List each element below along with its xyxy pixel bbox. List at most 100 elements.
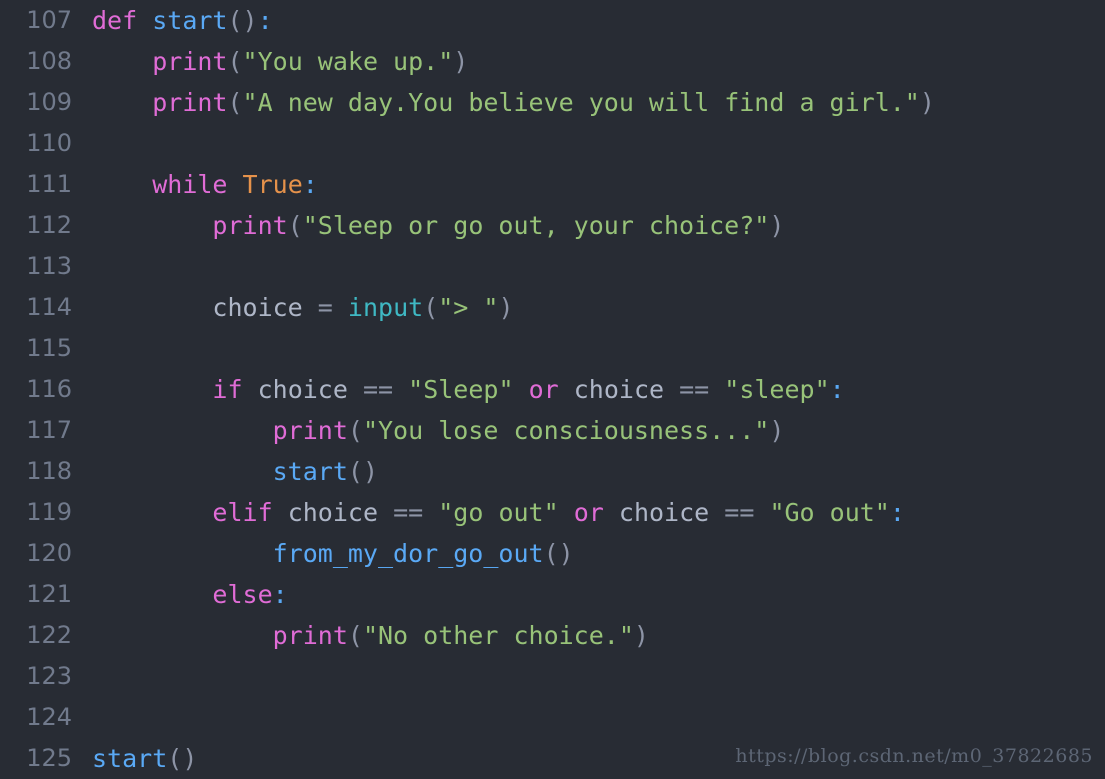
line-number: 107: [26, 6, 72, 34]
code-line[interactable]: 113: [0, 246, 1105, 287]
token-function: from_my_dor_go_out: [272, 539, 544, 568]
token-punct: ): [919, 88, 935, 117]
code-line[interactable]: 111 while True:: [0, 164, 1105, 205]
line-number: 118: [26, 457, 72, 485]
token-punct: (): [227, 6, 258, 35]
token-string: "You lose consciousness...": [362, 416, 770, 445]
token-keyword: while: [152, 170, 228, 199]
line-number: 119: [26, 498, 72, 526]
code-line[interactable]: 119 elif choice == "go out" or choice ==…: [0, 492, 1105, 533]
token-boolean: True: [242, 170, 303, 199]
token-operator: ==: [724, 498, 755, 527]
code-line[interactable]: 109 print("A new day.You believe you wil…: [0, 82, 1105, 123]
token-keyword: print: [272, 621, 348, 650]
line-code-text[interactable]: else:: [92, 574, 288, 615]
token-string: "Sleep": [408, 375, 514, 404]
code-line[interactable]: 124: [0, 697, 1105, 738]
line-number: 113: [26, 252, 72, 280]
token-keyword: print: [152, 47, 228, 76]
token-string: "No other choice.": [362, 621, 634, 650]
line-code-text[interactable]: def start():: [92, 0, 273, 41]
line-number: 115: [26, 334, 72, 362]
line-code-text[interactable]: from_my_dor_go_out(): [92, 533, 574, 574]
line-number: 112: [26, 211, 72, 239]
code-line[interactable]: 123: [0, 656, 1105, 697]
line-code-text[interactable]: choice = input("> "): [92, 287, 514, 328]
line-number: 122: [26, 621, 72, 649]
token-plain: choice: [618, 498, 710, 527]
token-punct: (: [347, 621, 363, 650]
line-number: 123: [26, 662, 72, 690]
token-function: start: [92, 744, 168, 773]
token-builtin: input: [347, 293, 424, 322]
token-punct: ): [633, 621, 649, 650]
token-string: "Go out": [769, 498, 890, 527]
line-code-text[interactable]: if choice == "Sleep" or choice == "sleep…: [92, 369, 845, 410]
token-colon: :: [257, 6, 273, 35]
code-line[interactable]: 118 start(): [0, 451, 1105, 492]
line-code-text[interactable]: elif choice == "go out" or choice == "Go…: [92, 492, 905, 533]
line-code-text[interactable]: print("No other choice."): [92, 615, 649, 656]
line-code-text[interactable]: start(): [92, 451, 378, 492]
line-code-text[interactable]: start(): [92, 738, 197, 779]
line-code-text[interactable]: print("You wake up."): [92, 41, 468, 82]
token-punct: ): [769, 416, 785, 445]
code-line[interactable]: 117 print("You lose consciousness..."): [0, 410, 1105, 451]
token-string: "go out": [438, 498, 559, 527]
token-colon: :: [302, 170, 318, 199]
line-code-text[interactable]: print("A new day.You believe you will fi…: [92, 82, 935, 123]
token-keyword: print: [272, 416, 348, 445]
token-punct: (: [227, 88, 243, 117]
token-operator: =: [317, 293, 333, 322]
code-line[interactable]: 112 print("Sleep or go out, your choice?…: [0, 205, 1105, 246]
watermark-url: https://blog.csdn.net/m0_37822685: [735, 745, 1093, 767]
code-line[interactable]: 122 print("No other choice."): [0, 615, 1105, 656]
code-line[interactable]: 114 choice = input("> "): [0, 287, 1105, 328]
code-line[interactable]: 121 else:: [0, 574, 1105, 615]
code-line[interactable]: 107 def start():: [0, 0, 1105, 41]
code-line[interactable]: 120 from_my_dor_go_out(): [0, 533, 1105, 574]
token-operator: ==: [393, 498, 424, 527]
line-number: 125: [26, 744, 72, 772]
token-plain: choice: [573, 375, 665, 404]
token-function: start: [152, 6, 228, 35]
line-number: 111: [26, 170, 72, 198]
code-line[interactable]: 110: [0, 123, 1105, 164]
line-code-text[interactable]: while True:: [92, 164, 318, 205]
code-line[interactable]: 116 if choice == "Sleep" or choice == "s…: [0, 369, 1105, 410]
token-plain: choice: [212, 293, 303, 322]
line-code-text[interactable]: print("Sleep or go out, your choice?"): [92, 205, 784, 246]
code-line[interactable]: 108 print("You wake up."): [0, 41, 1105, 82]
token-colon: :: [272, 580, 288, 609]
token-colon: :: [829, 375, 845, 404]
code-editor[interactable]: 107 def start(): 108 print("You wake up.")…: [0, 0, 1105, 777]
token-operator: ==: [679, 375, 710, 404]
token-punct: (): [347, 457, 378, 486]
token-punct: ): [498, 293, 514, 322]
line-code-text[interactable]: print("You lose consciousness..."): [92, 410, 785, 451]
token-punct: ): [769, 211, 785, 240]
token-plain: choice: [287, 498, 379, 527]
code-lines-container: 107 def start(): 108 print("You wake up.")…: [0, 0, 1105, 779]
code-line[interactable]: 115: [0, 328, 1105, 369]
line-number: 110: [26, 129, 72, 157]
line-number: 116: [26, 375, 72, 403]
